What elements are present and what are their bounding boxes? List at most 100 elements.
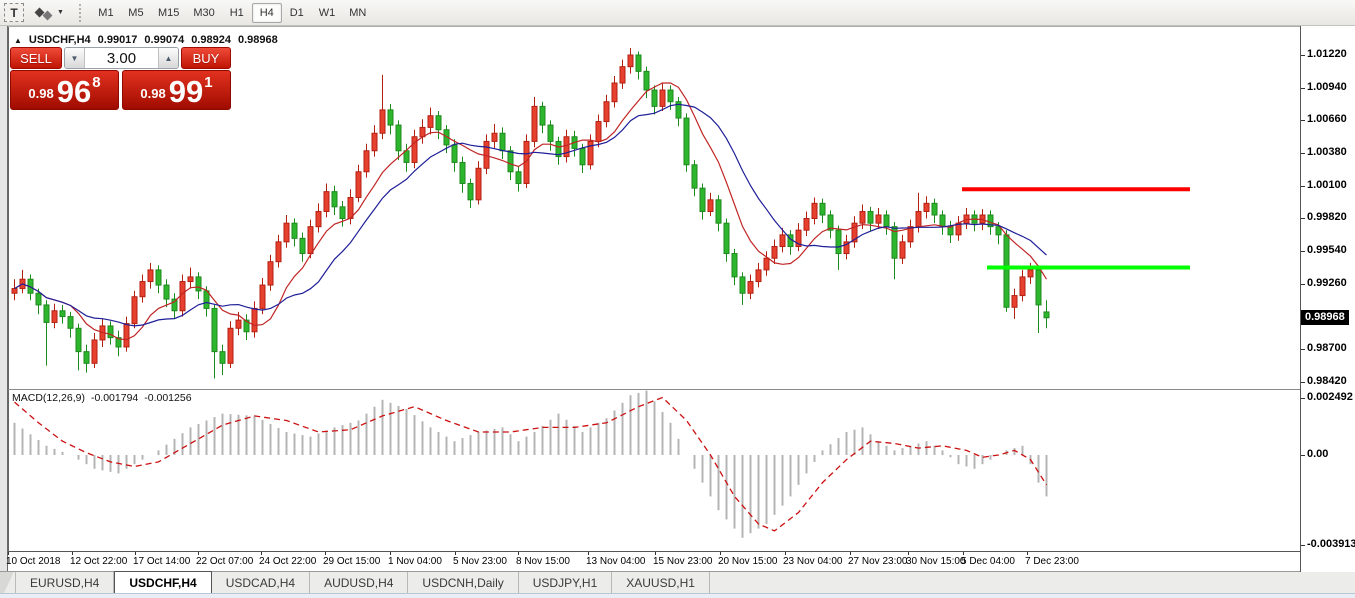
macd-name: MACD(12,26,9) xyxy=(12,392,85,404)
triangle-up-icon: ▲ xyxy=(165,54,173,63)
arrows-tool-button[interactable]: ▼ xyxy=(32,4,68,21)
time-tick-label: 15 Nov 23:00 xyxy=(653,556,713,567)
tab-usdcad-h4[interactable]: USDCAD,H4 xyxy=(212,572,310,593)
time-tick-mark xyxy=(963,552,964,555)
timeframe-m15[interactable]: M15 xyxy=(151,3,186,23)
time-tick-mark xyxy=(455,552,456,555)
time-tick-mark xyxy=(198,552,199,555)
time-tick-mark xyxy=(135,552,136,555)
buy-price-point: 1 xyxy=(204,74,212,91)
timeframe-w1[interactable]: W1 xyxy=(312,3,343,23)
time-tick-mark xyxy=(8,552,9,555)
time-tick-label: 8 Nov 15:00 xyxy=(516,556,570,567)
time-tick-mark xyxy=(390,552,391,555)
volume-input[interactable]: 3.00 xyxy=(85,48,158,68)
tab-bar-corner xyxy=(0,572,16,593)
price-tick: 0.99540 xyxy=(1307,244,1347,256)
chart-low: 0.98924 xyxy=(191,34,231,46)
ma-fast-line xyxy=(15,83,1047,340)
time-tick-label: 20 Nov 15:00 xyxy=(718,556,778,567)
time-tick-mark xyxy=(908,552,909,555)
time-tick-label: 17 Oct 14:00 xyxy=(133,556,190,567)
time-tick-label: 30 Nov 15:00 xyxy=(906,556,966,567)
macd-label: MACD(12,26,9) -0.001794 -0.001256 xyxy=(12,392,192,404)
time-tick-label: 13 Nov 04:00 xyxy=(586,556,646,567)
time-tick-label: 29 Oct 15:00 xyxy=(323,556,380,567)
collapse-marker-icon[interactable]: ▲ xyxy=(14,36,22,45)
time-tick-label: 22 Oct 07:00 xyxy=(196,556,253,567)
toolbar-separator xyxy=(78,3,83,23)
time-tick-mark xyxy=(785,552,786,555)
price-axis[interactable]: 1.012201.009401.006601.003801.001000.998… xyxy=(1300,26,1355,572)
timeframe-d1[interactable]: D1 xyxy=(282,3,312,23)
sell-button-label: SELL xyxy=(20,51,52,66)
time-tick-label: 5 Nov 23:00 xyxy=(453,556,507,567)
timeframe-group: M1M5M15M30H1H4D1W1MN xyxy=(91,3,373,23)
price-tick: 0.99260 xyxy=(1307,277,1347,289)
macd-axis-tick: 0.00 xyxy=(1307,448,1328,460)
price-tick: 1.00660 xyxy=(1307,113,1347,125)
tab-xauusd-h1[interactable]: XAUUSD,H1 xyxy=(612,572,710,593)
price-tick: 1.01220 xyxy=(1307,48,1347,60)
chart-title: ▲ USDCHF,H4 0.99017 0.99074 0.98924 0.98… xyxy=(14,34,278,46)
buy-price-base: 0.98 xyxy=(140,87,165,105)
one-click-trading-panel: SELL ▼ 3.00 ▲ BUY 0.98 96 8 0. xyxy=(10,47,231,112)
price-tick: 0.98700 xyxy=(1307,342,1347,354)
window-bottom-edge xyxy=(0,593,1355,598)
time-tick-mark xyxy=(518,552,519,555)
timeframe-m5[interactable]: M5 xyxy=(121,3,151,23)
buy-price-display[interactable]: 0.98 99 1 xyxy=(122,70,231,110)
time-tick-label: 1 Nov 04:00 xyxy=(388,556,442,567)
tab-eurusd-h4[interactable]: EURUSD,H4 xyxy=(16,572,114,593)
time-tick-mark xyxy=(261,552,262,555)
time-tick-mark xyxy=(850,552,851,555)
volume-increase-button[interactable]: ▲ xyxy=(158,48,178,68)
time-tick-label: 27 Nov 23:00 xyxy=(848,556,908,567)
triangle-down-icon: ▼ xyxy=(71,54,79,63)
timeframe-m1[interactable]: M1 xyxy=(91,3,121,23)
tab-usdjpy-h1[interactable]: USDJPY,H1 xyxy=(519,572,612,593)
timeframe-h1[interactable]: H1 xyxy=(222,3,252,23)
price-tick: 1.00380 xyxy=(1307,146,1347,158)
chart-tabs: EURUSD,H4USDCHF,H4USDCAD,H4AUDUSD,H4USDC… xyxy=(0,571,1355,593)
chart-symbol-period: USDCHF,H4 xyxy=(29,34,91,46)
trading-app-window: T ▼ M1M5M15M30H1H4D1W1MN ▲ USDCHF,H4 0.9… xyxy=(0,0,1355,598)
arrow-object-icon xyxy=(43,11,53,21)
time-tick-label: 24 Oct 22:00 xyxy=(259,556,316,567)
sell-button[interactable]: SELL xyxy=(10,47,62,69)
time-axis[interactable]: 10 Oct 201812 Oct 22:0017 Oct 14:0022 Oc… xyxy=(8,551,1355,571)
timeframe-h4[interactable]: H4 xyxy=(252,3,282,23)
buy-price-pips: 99 xyxy=(169,79,203,105)
sell-price-base: 0.98 xyxy=(28,87,53,105)
time-tick-mark xyxy=(655,552,656,555)
tab-audusd-h4[interactable]: AUDUSD,H4 xyxy=(310,572,408,593)
tab-usdcnh-daily[interactable]: USDCNH,Daily xyxy=(408,572,518,593)
timeframe-m30[interactable]: M30 xyxy=(186,3,221,23)
price-tick: 0.98420 xyxy=(1307,375,1347,387)
chart-high: 0.99074 xyxy=(144,34,184,46)
time-tick-label: 5 Dec 04:00 xyxy=(961,556,1015,567)
chevron-down-icon[interactable]: ▼ xyxy=(57,9,64,16)
volume-decrease-button[interactable]: ▼ xyxy=(65,48,85,68)
macd-axis-tick: 0.002492 xyxy=(1307,391,1353,403)
text-tool-icon: T xyxy=(10,6,17,20)
buy-button[interactable]: BUY xyxy=(181,47,231,69)
time-tick-mark xyxy=(588,552,589,555)
time-tick-mark xyxy=(72,552,73,555)
sell-price-display[interactable]: 0.98 96 8 xyxy=(10,70,119,110)
text-tool-button[interactable]: T xyxy=(4,3,24,22)
price-tick: 1.00940 xyxy=(1307,81,1347,93)
tab-usdchf-h4[interactable]: USDCHF,H4 xyxy=(114,571,211,593)
time-tick-label: 23 Nov 04:00 xyxy=(783,556,843,567)
time-tick-mark xyxy=(1027,552,1028,555)
sell-price-pips: 96 xyxy=(57,79,91,105)
time-tick-label: 7 Dec 23:00 xyxy=(1025,556,1079,567)
current-price-label: 0.98968 xyxy=(1301,310,1349,325)
time-tick-label: 10 Oct 2018 xyxy=(6,556,60,567)
timeframe-mn[interactable]: MN xyxy=(342,3,373,23)
macd-axis-tick: -0.003913 xyxy=(1307,538,1355,550)
macd-signal-value: -0.001256 xyxy=(144,392,191,404)
sell-price-point: 8 xyxy=(92,74,100,91)
macd-value: -0.001794 xyxy=(91,392,138,404)
price-tick: 1.00100 xyxy=(1307,179,1347,191)
